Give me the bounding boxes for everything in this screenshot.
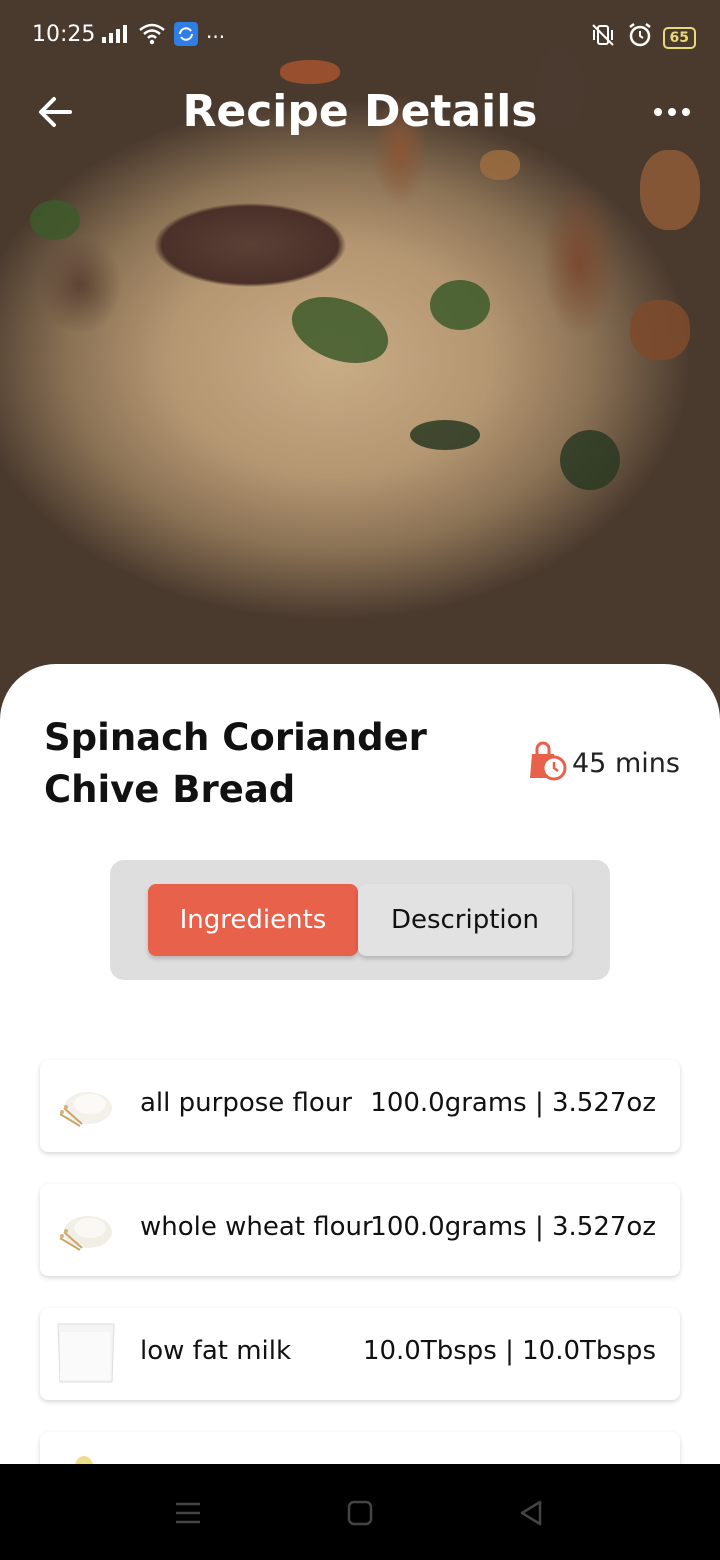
ingredient-row[interactable]: low fat milk 10.0Tbsps | 10.0Tbsps — [40, 1308, 680, 1400]
signal-icon — [100, 24, 130, 50]
ingredient-quantity: 100.0grams | 3.527oz — [370, 1212, 656, 1242]
ingredient-quantity: 100.0grams | 3.527oz — [370, 1088, 656, 1118]
wifi-icon — [138, 23, 166, 51]
vibrate-icon — [589, 23, 617, 53]
back-triangle-icon[interactable] — [516, 1498, 546, 1528]
ingredient-name: low fat milk — [140, 1336, 292, 1366]
recipe-detail-sheet: Spinach Coriander Chive Bread 45 mins In… — [0, 664, 720, 1464]
timer-bag-icon — [526, 740, 568, 786]
ingredient-name: all purpose flour — [140, 1088, 352, 1118]
system-navigation-bar — [0, 1464, 720, 1560]
home-icon[interactable] — [345, 1498, 375, 1528]
sync-app-icon — [174, 22, 198, 52]
ingredient-quantity: 10.0Tbsps | 10.0Tbsps — [362, 1336, 656, 1366]
page-title: Recipe Details — [182, 86, 538, 137]
status-time: 10:25 — [32, 22, 96, 47]
ingredient-thumb-partial — [54, 1446, 118, 1464]
status-left-icons: ··· — [100, 22, 225, 52]
ingredient-row[interactable] — [40, 1432, 680, 1464]
flour-icon — [54, 1074, 118, 1138]
tab-description[interactable]: Description — [358, 884, 572, 956]
milk-glass-icon — [54, 1322, 118, 1386]
ingredient-row[interactable]: whole wheat flour 100.0grams | 3.527oz — [40, 1184, 680, 1276]
tab-ingredients[interactable]: Ingredients — [148, 884, 358, 956]
more-dots-icon: ··· — [206, 25, 226, 49]
status-right-icons: 65 — [589, 22, 696, 54]
cooking-time-label: 45 mins — [572, 747, 680, 779]
app-bar: Recipe Details — [0, 70, 720, 160]
battery-icon: 65 — [662, 27, 696, 49]
status-bar: 10:25 ··· 65 — [0, 0, 720, 70]
ingredient-row[interactable]: all purpose flour 100.0grams | 3.527oz — [40, 1060, 680, 1152]
recents-icon[interactable] — [173, 1498, 203, 1528]
recipe-tabs: Ingredients Description — [110, 860, 610, 980]
ingredient-name: whole wheat flour — [140, 1212, 373, 1242]
more-vert-icon[interactable] — [652, 90, 692, 134]
flour-icon — [54, 1198, 118, 1262]
cooking-time: 45 mins — [526, 740, 680, 786]
recipe-title: Spinach Coriander Chive Bread — [44, 716, 427, 811]
alarm-icon — [627, 22, 653, 54]
